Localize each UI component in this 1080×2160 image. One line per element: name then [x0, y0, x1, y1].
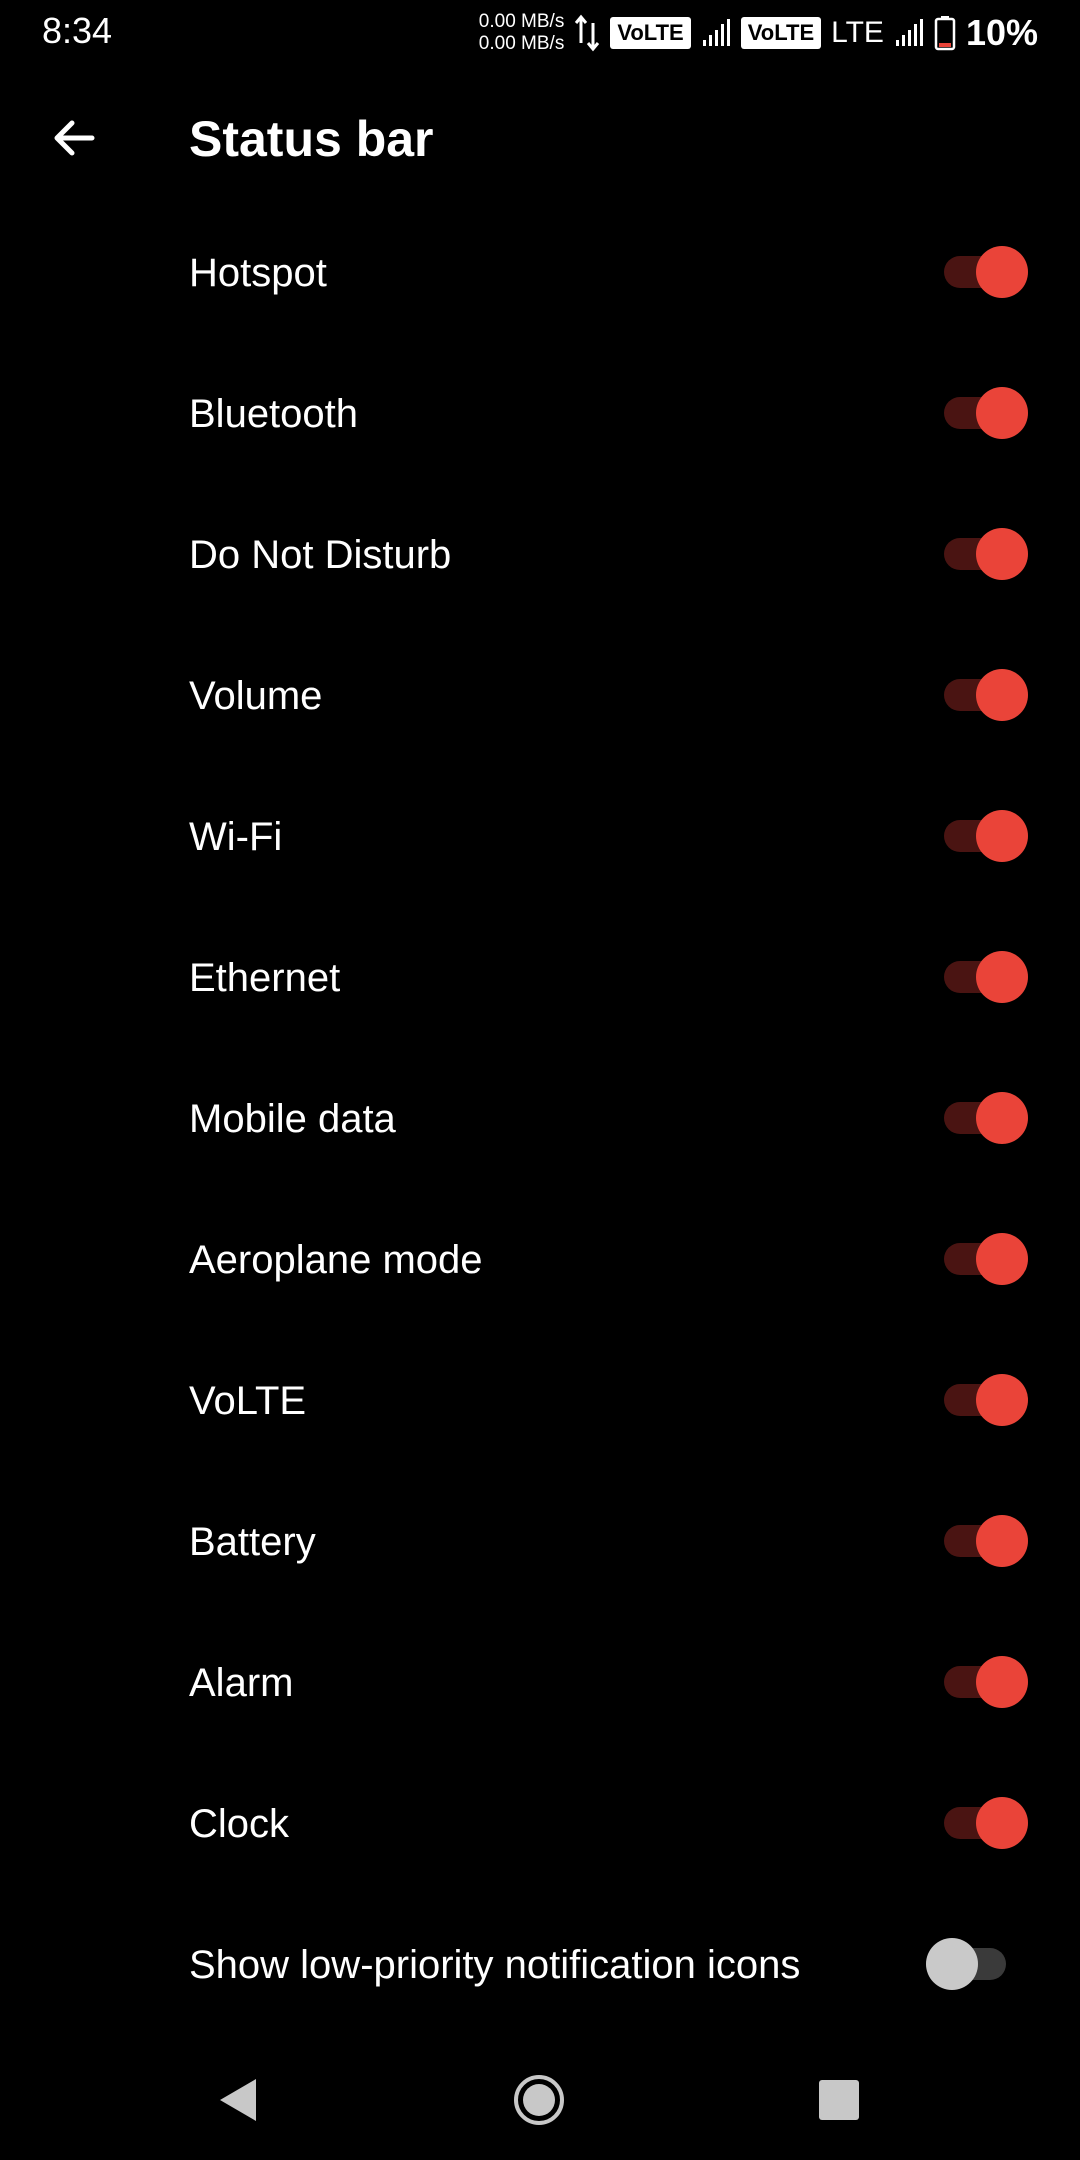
- nav-home-button[interactable]: [507, 2068, 571, 2132]
- setting-label: Aeroplane mode: [189, 1238, 483, 1282]
- setting-row-alarm[interactable]: Alarm: [0, 1613, 1080, 1754]
- setting-label: Volume: [189, 674, 323, 718]
- toggle-switch[interactable]: [944, 950, 1028, 1004]
- navigation-bar: [0, 2040, 1080, 2160]
- setting-row-mobile-data[interactable]: Mobile data: [0, 1049, 1080, 1190]
- toggle-switch[interactable]: [944, 1091, 1028, 1145]
- toggle-switch[interactable]: [944, 809, 1028, 863]
- setting-row-clock[interactable]: Clock: [0, 1754, 1080, 1895]
- signal-icon: [895, 19, 923, 46]
- page-title: Status bar: [189, 111, 434, 167]
- setting-label: Ethernet: [189, 956, 341, 1000]
- setting-row-aeroplane-mode[interactable]: Aeroplane mode: [0, 1190, 1080, 1331]
- toggle-switch[interactable]: [926, 1937, 1010, 1991]
- volte-badge-sim1: VoLTE: [610, 17, 691, 49]
- network-speed: 0.00 MB/s 0.00 MB/s: [479, 11, 565, 55]
- setting-row-volte[interactable]: VoLTE: [0, 1331, 1080, 1472]
- nav-home-icon: [514, 2075, 564, 2125]
- setting-label: Mobile data: [189, 1097, 396, 1141]
- toggle-switch[interactable]: [944, 1655, 1028, 1709]
- setting-label: VoLTE: [189, 1379, 307, 1423]
- toggle-switch[interactable]: [944, 1514, 1028, 1568]
- setting-label: Hotspot: [189, 251, 327, 295]
- setting-row-battery[interactable]: Battery: [0, 1472, 1080, 1613]
- volte-badge-sim2: VoLTE: [740, 17, 822, 49]
- battery-icon: [934, 16, 956, 51]
- toggle-switch[interactable]: [944, 668, 1028, 722]
- back-button[interactable]: [40, 104, 108, 172]
- setting-row-volume[interactable]: Volume: [0, 626, 1080, 767]
- setting-row-wifi[interactable]: Wi-Fi: [0, 767, 1080, 908]
- toggle-switch[interactable]: [944, 527, 1028, 581]
- battery-percent: 10%: [965, 12, 1038, 53]
- nav-recents-icon: [819, 2080, 859, 2120]
- settings-list: Hotspot Bluetooth Do Not Disturb Volume …: [0, 203, 1080, 2036]
- setting-label: Alarm: [189, 1661, 294, 1705]
- setting-row-bluetooth[interactable]: Bluetooth: [0, 344, 1080, 485]
- system-status-bar: 8:34 0.00 MB/s 0.00 MB/s VoLTE VoLTE LTE: [0, 0, 1080, 64]
- setting-label: Show low-priority notification icons: [189, 1943, 801, 1987]
- data-arrows-icon: [575, 14, 600, 52]
- setting-label: Do Not Disturb: [189, 533, 452, 577]
- setting-label: Clock: [189, 1802, 290, 1846]
- net-speed-down: 0.00 MB/s: [478, 33, 565, 54]
- nav-recents-button[interactable]: [807, 2068, 871, 2132]
- setting-row-low-priority-icons[interactable]: Show low-priority notification icons: [0, 1895, 1080, 2036]
- setting-label: Wi-Fi: [189, 815, 283, 859]
- toggle-switch[interactable]: [944, 1796, 1028, 1850]
- toggle-switch[interactable]: [944, 1232, 1028, 1286]
- status-icons: 0.00 MB/s 0.00 MB/s VoLTE VoLTE LTE 10%: [479, 8, 1038, 58]
- nav-back-button[interactable]: [206, 2068, 270, 2132]
- signal-icon: [702, 19, 730, 46]
- setting-row-do-not-disturb[interactable]: Do Not Disturb: [0, 485, 1080, 626]
- net-speed-up: 0.00 MB/s: [478, 11, 565, 32]
- app-bar: Status bar: [0, 80, 1080, 200]
- setting-label: Battery: [189, 1520, 316, 1564]
- arrow-left-icon: [54, 120, 95, 156]
- nav-back-icon: [220, 2079, 256, 2121]
- setting-row-hotspot[interactable]: Hotspot: [0, 203, 1080, 344]
- toggle-switch[interactable]: [944, 1373, 1028, 1427]
- status-time: 8:34: [42, 10, 113, 51]
- toggle-switch[interactable]: [944, 386, 1028, 440]
- setting-label: Bluetooth: [189, 392, 359, 436]
- toggle-switch[interactable]: [944, 245, 1028, 299]
- lte-label: LTE: [831, 16, 884, 49]
- setting-row-ethernet[interactable]: Ethernet: [0, 908, 1080, 1049]
